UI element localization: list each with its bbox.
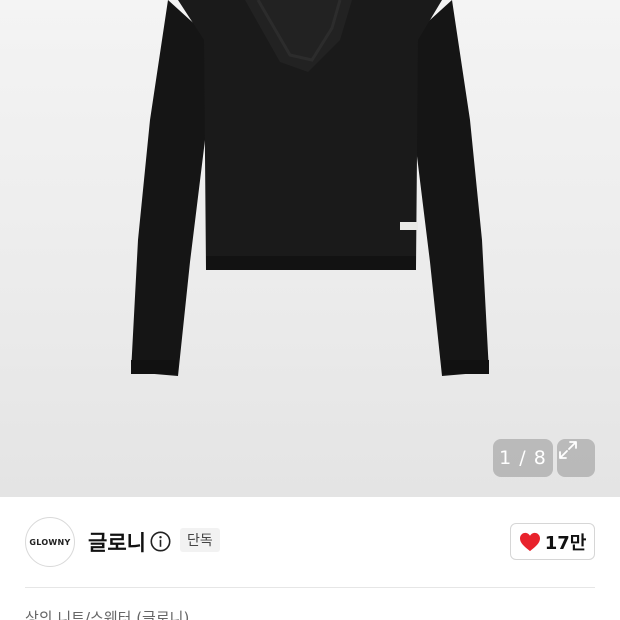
product-image[interactable]: 1 / 8: [0, 0, 620, 497]
exclusive-badge: 단독: [180, 528, 220, 552]
exclusive-badge-text: 단독: [187, 533, 213, 549]
expand-button[interactable]: [557, 439, 595, 477]
brand-logo[interactable]: GLOWNY: [25, 517, 75, 567]
like-button[interactable]: 17만: [510, 523, 595, 560]
image-counter-text: 1 / 8: [499, 447, 547, 469]
info-icon[interactable]: [150, 531, 171, 552]
brand-logo-text: GLOWNY: [29, 537, 71, 547]
sweater-illustration: [131, 0, 489, 376]
divider: [25, 587, 595, 588]
like-count: 17만: [544, 532, 587, 554]
heart-icon: [519, 532, 540, 551]
expand-arrows-icon: [559, 441, 577, 459]
brand-row: GLOWNY 글로니 단독 17만: [0, 497, 620, 587]
image-counter: 1 / 8: [493, 439, 553, 477]
brand-name[interactable]: 글로니: [88, 527, 146, 557]
breadcrumb[interactable]: 상의 니트/스웨터 (글로니): [25, 607, 189, 620]
